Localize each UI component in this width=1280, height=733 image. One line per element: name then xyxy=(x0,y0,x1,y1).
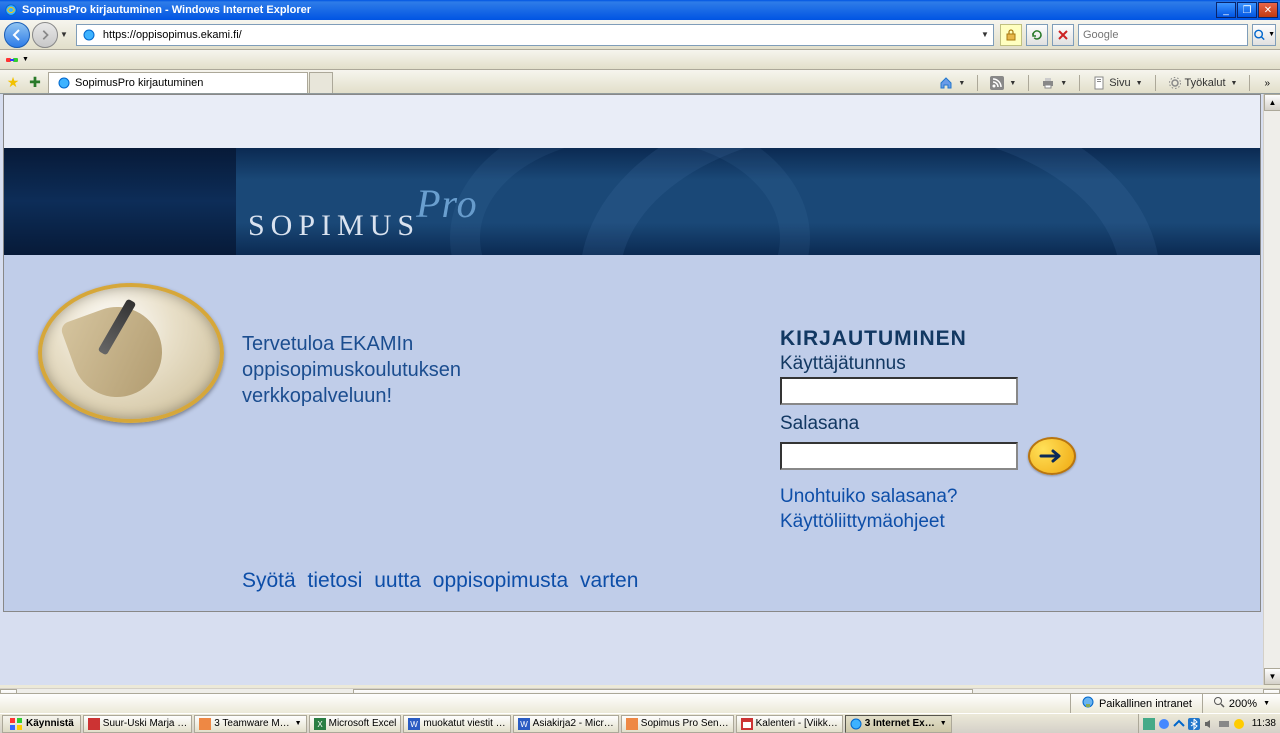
status-bar: Paikallinen intranet 200% ▼ xyxy=(0,693,1280,713)
taskbar-item[interactable]: XMicrosoft Excel xyxy=(309,715,402,733)
maximize-button[interactable]: ❐ xyxy=(1237,2,1257,18)
search-box[interactable] xyxy=(1078,24,1248,46)
svg-text:X: X xyxy=(317,720,323,729)
login-submit-button[interactable] xyxy=(1028,437,1076,475)
address-input[interactable] xyxy=(101,29,977,41)
nav-toolbar: ▼ ▼ ▼ xyxy=(0,20,1280,50)
taskbar-item[interactable]: WAsiakirja2 - Micr… xyxy=(513,715,619,733)
zoom-control[interactable]: 200% ▼ xyxy=(1202,694,1280,713)
back-button[interactable] xyxy=(4,22,30,48)
toolbar-overflow[interactable]: » xyxy=(1264,78,1270,89)
search-input[interactable] xyxy=(1079,29,1247,41)
window-title: SopimusPro kirjautuminen - Windows Inter… xyxy=(22,4,1216,16)
home-icon xyxy=(939,76,953,90)
links-dropdown[interactable]: ▼ xyxy=(22,56,29,63)
ie-icon xyxy=(4,3,18,17)
gear-icon xyxy=(1168,76,1182,90)
refresh-button[interactable] xyxy=(1026,24,1048,46)
username-input[interactable] xyxy=(780,377,1018,405)
bluetooth-icon[interactable] xyxy=(1188,718,1200,730)
tray-icon[interactable] xyxy=(1158,718,1170,730)
add-favorites-icon[interactable]: ✚ xyxy=(26,73,44,91)
password-input[interactable] xyxy=(780,442,1018,470)
login-heading: KIRJAUTUMINEN xyxy=(780,327,1110,351)
tab-page-icon xyxy=(57,76,71,90)
excel-icon: X xyxy=(314,718,326,730)
links-icon[interactable] xyxy=(4,52,20,68)
password-label: Salasana xyxy=(780,413,1110,435)
favorites-star-icon[interactable]: ★ xyxy=(4,73,22,91)
intranet-icon xyxy=(1081,695,1095,712)
address-dropdown[interactable]: ▼ xyxy=(977,30,993,39)
home-button[interactable]: ▼ xyxy=(939,76,965,90)
username-label: Käyttäjätunnus xyxy=(780,353,1110,375)
ui-help-link[interactable]: Käyttöliittymäohjeet xyxy=(780,510,1110,535)
new-tab-button[interactable] xyxy=(309,72,333,93)
tools-menu[interactable]: Työkalut▼ xyxy=(1168,76,1238,90)
security-zone[interactable]: Paikallinen intranet xyxy=(1070,694,1202,713)
tray-icon[interactable] xyxy=(1233,718,1245,730)
window-titlebar: SopimusPro kirjautuminen - Windows Inter… xyxy=(0,0,1280,20)
site-banner: SOPIMUSPro xyxy=(3,148,1261,255)
scroll-down-button[interactable]: ▼ xyxy=(1264,668,1280,685)
system-tray[interactable]: 11:38 xyxy=(1138,714,1280,733)
tray-icon[interactable] xyxy=(1173,718,1185,730)
taskbar-item[interactable]: Sopimus Pro Sen… xyxy=(621,715,734,733)
page-icon xyxy=(81,27,97,43)
print-button[interactable]: ▼ xyxy=(1041,76,1067,90)
ie-icon xyxy=(850,718,862,730)
taskbar-item-active[interactable]: 3 Internet Ex…▼ xyxy=(845,715,952,733)
page-menu[interactable]: Sivu▼ xyxy=(1092,76,1142,90)
links-toolbar: ▼ xyxy=(0,50,1280,70)
page-icon xyxy=(1092,76,1106,90)
taskbar-item[interactable]: Suur-Uski Marja … xyxy=(83,715,192,733)
brand-logo: SOPIMUSPro xyxy=(248,198,478,245)
volume-icon[interactable] xyxy=(1203,718,1215,730)
close-button[interactable]: ✕ xyxy=(1258,2,1278,18)
minimize-button[interactable]: _ xyxy=(1216,2,1236,18)
taskbar-item[interactable]: Wmuokatut viestit … xyxy=(403,715,510,733)
search-button[interactable]: ▼ xyxy=(1252,24,1276,46)
zoom-icon xyxy=(1213,696,1225,711)
welcome-text: Tervetuloa EKAMIn oppisopimuskoulutuksen… xyxy=(242,331,461,409)
svg-text:W: W xyxy=(520,720,528,729)
forward-button[interactable] xyxy=(32,22,58,48)
word-icon: W xyxy=(408,718,420,730)
vertical-scrollbar[interactable]: ▲ ▼ xyxy=(1263,94,1280,685)
start-button[interactable]: Käynnistä xyxy=(2,715,81,733)
feeds-button[interactable]: ▼ xyxy=(990,76,1016,90)
nav-history-dropdown[interactable]: ▼ xyxy=(60,30,68,39)
address-bar[interactable]: ▼ xyxy=(76,24,994,46)
app-icon xyxy=(626,718,638,730)
stop-button[interactable] xyxy=(1052,24,1074,46)
svg-text:W: W xyxy=(411,720,419,729)
forgot-password-link[interactable]: Unohtuiko salasana? xyxy=(780,485,1110,510)
tray-icon[interactable] xyxy=(1218,718,1230,730)
tab-title: SopimusPro kirjautuminen xyxy=(75,77,203,89)
browser-tab[interactable]: SopimusPro kirjautuminen xyxy=(48,72,308,93)
word-icon: W xyxy=(518,718,530,730)
windows-taskbar: Käynnistä Suur-Uski Marja … 3 Teamware M… xyxy=(0,713,1280,733)
print-icon xyxy=(1041,76,1055,90)
browser-viewport: SOPIMUSPro Tervetuloa EKAMIn oppisopimus… xyxy=(0,94,1280,685)
taskbar-item[interactable]: 3 Teamware M…▼ xyxy=(194,715,306,733)
decorative-medallion xyxy=(38,283,224,423)
calendar-icon xyxy=(741,718,753,730)
new-contract-link[interactable]: Syötä tietosi uutta oppisopimusta varten xyxy=(242,569,638,593)
scroll-up-button[interactable]: ▲ xyxy=(1264,94,1280,111)
ssl-lock-icon[interactable] xyxy=(1000,24,1022,46)
app-icon xyxy=(88,718,100,730)
clock[interactable]: 11:38 xyxy=(1252,718,1276,729)
rss-icon xyxy=(990,76,1004,90)
tray-icon[interactable] xyxy=(1143,718,1155,730)
app-icon xyxy=(199,718,211,730)
taskbar-item[interactable]: Kalenteri - [Viikk… xyxy=(736,715,843,733)
login-panel: Tervetuloa EKAMIn oppisopimuskoulutuksen… xyxy=(3,255,1261,612)
tab-bar: ★ ✚ SopimusPro kirjautuminen ▼ ▼ ▼ Sivu▼… xyxy=(0,70,1280,94)
